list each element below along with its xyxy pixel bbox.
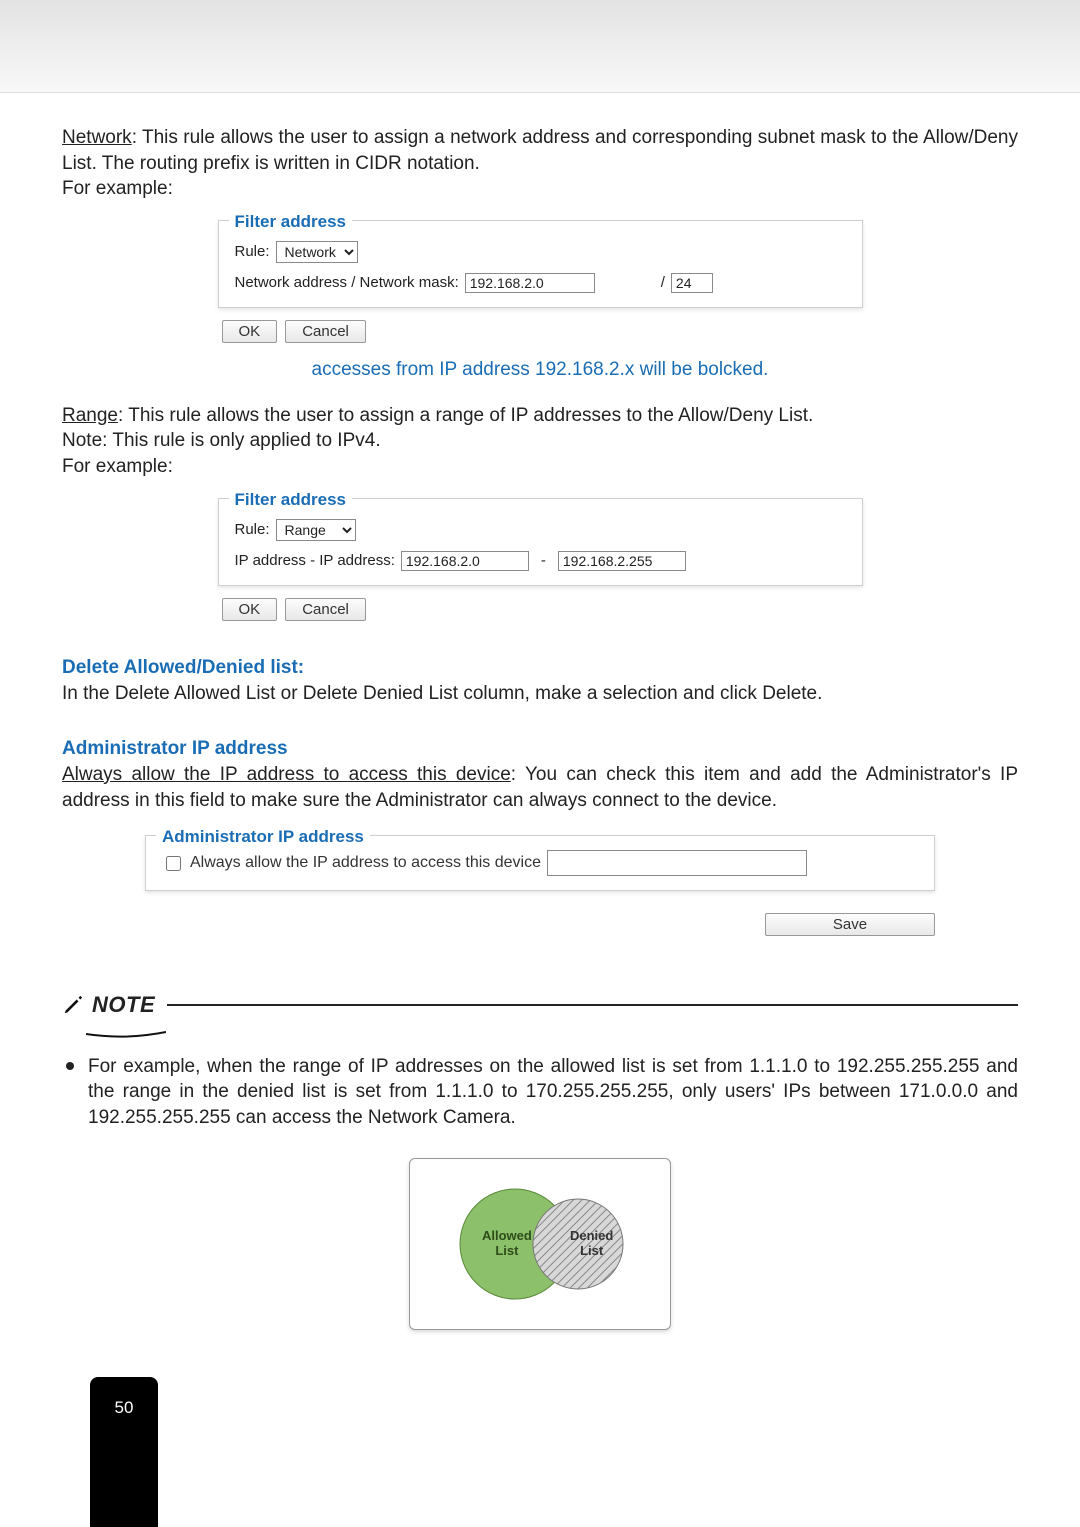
text-delete-body: In the Delete Allowed List or Delete Den…	[62, 681, 1018, 707]
note-bullet-block: For example, when the range of IP addres…	[62, 1054, 1018, 1131]
venn-diagram: Allowed List Denied List	[409, 1158, 671, 1330]
input-ip-start[interactable]	[401, 551, 529, 571]
term-network: Network	[62, 127, 132, 148]
page-number: 50	[115, 1397, 134, 1420]
note-rule	[167, 1004, 1018, 1006]
row-rule-network: Rule: Network	[235, 241, 846, 263]
note-underline-swoosh	[86, 1030, 166, 1038]
fieldset-filter-range: Filter address Rule: Range IP address - …	[218, 498, 863, 586]
term-range: Range	[62, 405, 118, 426]
pencil-icon	[62, 994, 84, 1016]
label-rule-network: Rule:	[235, 242, 270, 262]
screenshot-range-filter: Filter address Rule: Range IP address - …	[218, 498, 863, 621]
heading-delete: Delete Allowed/Denied list:	[62, 655, 1018, 681]
top-gradient	[0, 0, 1080, 92]
document-page: Network: This rule allows the user to as…	[0, 0, 1080, 1527]
input-admin-ip[interactable]	[547, 850, 807, 876]
label-rule-range: Rule:	[235, 520, 270, 540]
screenshot-network-filter: Filter address Rule: Network Network add…	[218, 220, 863, 343]
fieldset-filter-network: Filter address Rule: Network Network add…	[218, 220, 863, 308]
button-bar-range: OK Cancel	[222, 598, 863, 621]
select-rule-range[interactable]: Range	[276, 519, 356, 541]
ok-button-range[interactable]: OK	[222, 598, 278, 621]
text-for-example-2: For example:	[62, 454, 1018, 480]
venn-label-allowed: Allowed List	[482, 1229, 532, 1259]
fieldset-title-admin: Administrator IP address	[156, 826, 370, 849]
input-network-address[interactable]	[465, 273, 595, 293]
paragraph-range: Range: This rule allows the user to assi…	[62, 403, 1018, 429]
row-admin-check: Always allow the IP address to access th…	[162, 850, 918, 876]
term-always-allow: Always allow the IP address to access th…	[62, 764, 511, 785]
fieldset-title-network: Filter address	[229, 211, 353, 234]
label-netaddr: Network address / Network mask:	[235, 273, 459, 293]
row-ip-range: IP address - IP address: -	[235, 551, 846, 571]
heading-admin-ip: Administrator IP address	[62, 736, 1018, 762]
note-label: NOTE	[92, 990, 155, 1020]
paragraph-admin-ip: Always allow the IP address to access th…	[62, 762, 1018, 813]
label-always-allow: Always allow the IP address to access th…	[190, 852, 541, 874]
text-for-example-1: For example:	[62, 176, 1018, 202]
cancel-button-range[interactable]: Cancel	[285, 598, 366, 621]
page-number-tab: 50	[90, 1377, 158, 1527]
input-ip-end[interactable]	[558, 551, 686, 571]
fieldset-admin-ip: Administrator IP address Always allow th…	[145, 835, 935, 891]
venn-label-denied: Denied List	[570, 1229, 613, 1259]
bullet-row: For example, when the range of IP addres…	[62, 1054, 1018, 1131]
caption-network: accesses from IP address 192.168.2.x wil…	[62, 357, 1018, 383]
text-range-note: Note: This rule is only applied to IPv4.	[62, 428, 1018, 454]
row-rule-range: Rule: Range	[235, 519, 846, 541]
input-network-mask[interactable]	[671, 273, 713, 293]
label-mask-sep: /	[661, 273, 665, 293]
cancel-button-network[interactable]: Cancel	[285, 320, 366, 343]
save-button[interactable]: Save	[765, 913, 935, 936]
label-ip-range: IP address - IP address:	[235, 551, 395, 571]
fieldset-title-range: Filter address	[229, 489, 353, 512]
text-network-body: : This rule allows the user to assign a …	[62, 127, 1018, 174]
row-save: Save	[145, 913, 935, 936]
note-bullet-text: For example, when the range of IP addres…	[88, 1054, 1018, 1131]
button-bar-network: OK Cancel	[222, 320, 863, 343]
paragraph-network: Network: This rule allows the user to as…	[62, 125, 1018, 176]
screenshot-admin-ip: Administrator IP address Always allow th…	[145, 835, 935, 936]
ok-button-network[interactable]: OK	[222, 320, 278, 343]
checkbox-always-allow[interactable]	[166, 856, 181, 871]
select-rule-network[interactable]: Network	[276, 241, 358, 263]
bullet-dot-icon	[66, 1062, 74, 1070]
note-header: NOTE	[62, 990, 1018, 1020]
row-netaddr: Network address / Network mask: /	[235, 273, 846, 293]
text-range-body: : This rule allows the user to assign a …	[118, 405, 813, 426]
label-dash: -	[541, 551, 546, 571]
